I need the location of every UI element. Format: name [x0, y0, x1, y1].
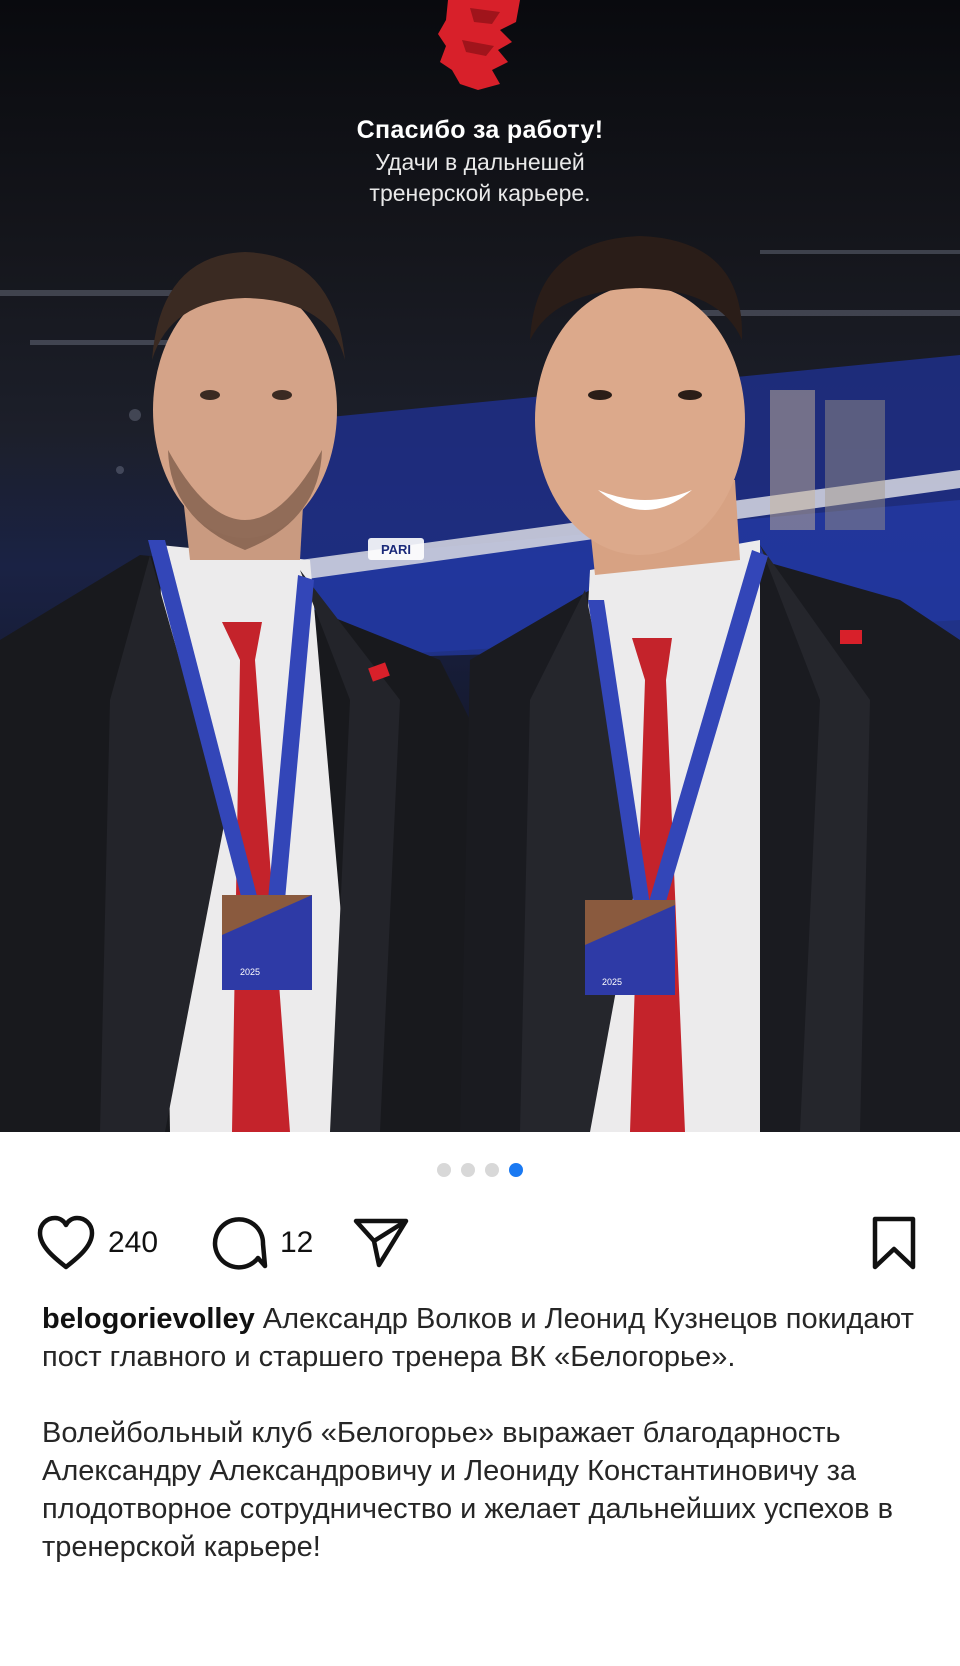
- action-bar: 240 12: [0, 1208, 960, 1278]
- medal-year-right: 2025: [602, 977, 622, 987]
- heart-icon: [37, 1215, 95, 1270]
- thanks-title: Спасибо за работу!: [356, 116, 604, 144]
- carousel-dot-active[interactable]: [509, 1163, 523, 1177]
- comment-button[interactable]: 12: [210, 1208, 313, 1278]
- carousel-dot[interactable]: [485, 1163, 499, 1177]
- medal-year-left: 2025: [240, 967, 260, 977]
- thanks-line-1: Удачи в дальнешей: [375, 149, 585, 175]
- send-icon: [353, 1218, 409, 1268]
- left-coach: 2025: [0, 252, 490, 1132]
- lion-head-logo-icon: [438, 0, 520, 90]
- post-image[interactable]: PARI 2025 2025 Спасибо за работу! Удачи …: [0, 0, 960, 1132]
- banner-text: PARI: [381, 542, 411, 557]
- thanks-line-2: тренерской карьере.: [369, 180, 591, 206]
- thanks-message: Спасибо за работу! Удачи в дальнешей тре…: [0, 113, 960, 209]
- comment-count[interactable]: 12: [280, 1226, 313, 1260]
- carousel-dot[interactable]: [461, 1163, 475, 1177]
- post-caption: belogorievolley Александр Волков и Леони…: [42, 1300, 922, 1566]
- caption-paragraph-1: belogorievolley Александр Волков и Леони…: [42, 1300, 922, 1376]
- bookmark-icon: [872, 1216, 916, 1270]
- comment-icon: [212, 1217, 268, 1270]
- like-button[interactable]: 240: [36, 1208, 158, 1278]
- save-button[interactable]: [870, 1208, 918, 1278]
- share-button[interactable]: [352, 1208, 410, 1278]
- caption-text-2: Волейбольный клуб «Белогорье» выражает б…: [42, 1417, 894, 1563]
- carousel-indicator: [0, 1163, 960, 1177]
- like-count[interactable]: 240: [108, 1226, 158, 1260]
- caption-username[interactable]: belogorievolley: [42, 1303, 255, 1335]
- carousel-dot[interactable]: [437, 1163, 451, 1177]
